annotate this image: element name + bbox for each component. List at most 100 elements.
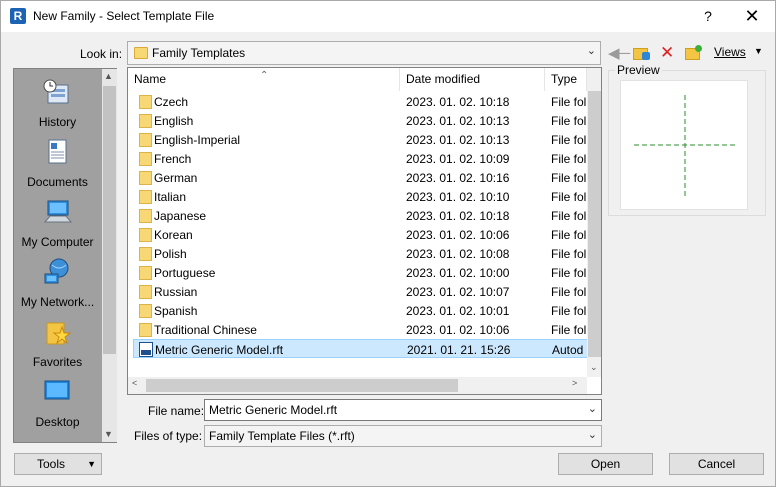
file-type: File fol — [551, 304, 587, 318]
place-desktop-label: Desktop — [35, 415, 80, 429]
file-type: File fol — [551, 171, 587, 185]
close-button[interactable]: ✕ — [741, 5, 763, 27]
file-type: File fol — [551, 228, 587, 242]
horizontal-scrollbar-thumb[interactable] — [146, 379, 458, 392]
folder-icon — [139, 209, 152, 223]
filetype-dropdown[interactable]: Family Template Files (*.rft) ⌄ — [204, 425, 602, 447]
file-type: File fol — [551, 190, 587, 204]
file-row[interactable]: Russian 2023. 01. 02. 10:07 File fol — [133, 282, 588, 301]
column-header-date[interactable]: Date modified — [400, 68, 545, 91]
file-type: File fol — [551, 209, 587, 223]
place-my-computer[interactable]: My Computer — [14, 197, 101, 252]
file-type: File fol — [551, 133, 587, 147]
new-folder-icon[interactable] — [685, 44, 703, 62]
file-row[interactable]: Italian 2023. 01. 02. 10:10 File fol — [133, 187, 588, 206]
file-date: 2023. 01. 02. 10:18 — [406, 95, 510, 109]
computer-icon — [43, 200, 72, 223]
file-date: 2021. 01. 21. 15:26 — [407, 343, 511, 357]
column-header-name[interactable]: Name ⌃ — [128, 68, 400, 91]
preview-image — [620, 80, 748, 210]
file-type: File fol — [551, 323, 587, 337]
lookin-dropdown[interactable]: Family Templates ⌄ — [127, 41, 601, 65]
preview-crosshair-icon — [634, 95, 736, 197]
file-row[interactable]: Korean 2023. 01. 02. 10:06 File fol — [133, 225, 588, 244]
file-row[interactable]: German 2023. 01. 02. 10:16 File fol — [133, 168, 588, 187]
filetype-label: Files of type: — [134, 429, 203, 443]
file-name: Metric Generic Model.rft — [155, 343, 284, 357]
folder-icon — [134, 47, 148, 59]
title-bar: R New Family - Select Template File ? ✕ — [1, 1, 775, 32]
file-name: Korean — [154, 228, 193, 242]
file-name: Traditional Chinese — [154, 323, 257, 337]
place-documents[interactable]: Documents — [14, 137, 101, 192]
place-history-label: History — [38, 115, 77, 129]
file-type: File fol — [551, 285, 587, 299]
file-row[interactable]: Spanish 2023. 01. 02. 10:01 File fol — [133, 301, 588, 320]
folder-icon — [139, 266, 152, 280]
tools-button[interactable]: Tools ▼ — [14, 453, 102, 475]
back-arrow-icon[interactable]: ◀─ — [608, 44, 630, 62]
file-row[interactable]: English-Imperial 2023. 01. 02. 10:13 Fil… — [133, 130, 588, 149]
file-row[interactable]: English 2023. 01. 02. 10:13 File fol — [133, 111, 588, 130]
places-scrollbar-thumb[interactable] — [103, 86, 116, 354]
delete-icon[interactable]: ✕ — [660, 44, 678, 62]
chevron-down-icon: ⌄ — [586, 45, 596, 57]
scroll-left-icon[interactable]: < — [132, 378, 137, 388]
column-header-date-label: Date modified — [406, 72, 481, 86]
chevron-down-icon: ⌄ — [587, 429, 597, 441]
column-header-type[interactable]: Type — [545, 68, 587, 91]
file-name: Portuguese — [154, 266, 216, 280]
folder-icon — [139, 190, 152, 204]
column-header-type-label: Type — [551, 72, 578, 86]
file-name: Russian — [154, 285, 198, 299]
views-button[interactable]: Views — [714, 45, 746, 59]
rft-file-icon — [139, 342, 153, 357]
file-name: French — [154, 152, 192, 166]
place-favorites[interactable]: Favorites — [14, 317, 101, 372]
file-row[interactable]: Portuguese 2023. 01. 02. 10:00 File fol — [133, 263, 588, 282]
place-history[interactable]: History — [14, 77, 101, 132]
file-date: 2023. 01. 02. 10:13 — [406, 133, 510, 147]
scroll-right-icon[interactable]: > — [572, 378, 577, 388]
open-button[interactable]: Open — [558, 453, 653, 475]
file-date: 2023. 01. 02. 10:13 — [406, 114, 510, 128]
scroll-down-icon[interactable]: ⌄ — [590, 362, 598, 373]
file-date: 2023. 01. 02. 10:00 — [406, 266, 510, 280]
place-desktop[interactable]: Desktop — [14, 377, 101, 432]
file-date: 2023. 01. 02. 10:08 — [406, 247, 510, 261]
file-type: Autod — [552, 343, 584, 357]
filename-input[interactable]: Metric Generic Model.rft ⌄ — [204, 399, 602, 421]
vertical-scrollbar-thumb[interactable] — [588, 91, 601, 357]
lookin-value: Family Templates — [152, 46, 246, 60]
file-row[interactable]: Polish 2023. 01. 02. 10:08 File fol — [133, 244, 588, 263]
file-row[interactable]: Traditional Chinese 2023. 01. 02. 10:06 … — [133, 320, 588, 339]
window-title: New Family - Select Template File — [33, 9, 215, 23]
folder-icon — [139, 171, 152, 185]
help-button[interactable]: ? — [697, 5, 719, 27]
file-row[interactable]: Japanese 2023. 01. 02. 10:18 File fol — [133, 206, 588, 225]
file-row[interactable]: French 2023. 01. 02. 10:09 File fol — [133, 149, 588, 168]
file-date: 2023. 01. 02. 10:18 — [406, 209, 510, 223]
scroll-up-icon[interactable]: ▲ — [104, 71, 113, 81]
place-my-network[interactable]: My Network... — [14, 257, 101, 312]
folder-icon — [139, 114, 152, 128]
views-label: Views — [714, 45, 746, 59]
folder-icon — [139, 247, 152, 261]
scroll-down-icon[interactable]: ▼ — [104, 429, 113, 439]
file-type: File fol — [551, 266, 587, 280]
open-label: Open — [590, 457, 621, 471]
favorites-icon — [46, 322, 72, 345]
places-bar: History Documents My Computer My Network… — [13, 68, 117, 443]
file-date: 2023. 01. 02. 10:10 — [406, 190, 510, 204]
file-name: Italian — [154, 190, 187, 204]
cancel-button[interactable]: Cancel — [669, 453, 764, 475]
file-row[interactable]: Czech 2023. 01. 02. 10:18 File fol — [133, 92, 588, 111]
file-date: 2023. 01. 02. 10:09 — [406, 152, 510, 166]
file-name: English-Imperial — [154, 133, 241, 147]
views-dropdown-arrow-icon[interactable]: ▼ — [754, 46, 763, 56]
chevron-down-icon[interactable]: ⌄ — [588, 402, 597, 415]
file-row-selected[interactable]: Metric Generic Model.rft 2021. 01. 21. 1… — [133, 339, 588, 358]
file-name: Polish — [154, 247, 187, 261]
folder-icon — [139, 133, 152, 147]
up-folder-icon[interactable] — [633, 44, 651, 62]
